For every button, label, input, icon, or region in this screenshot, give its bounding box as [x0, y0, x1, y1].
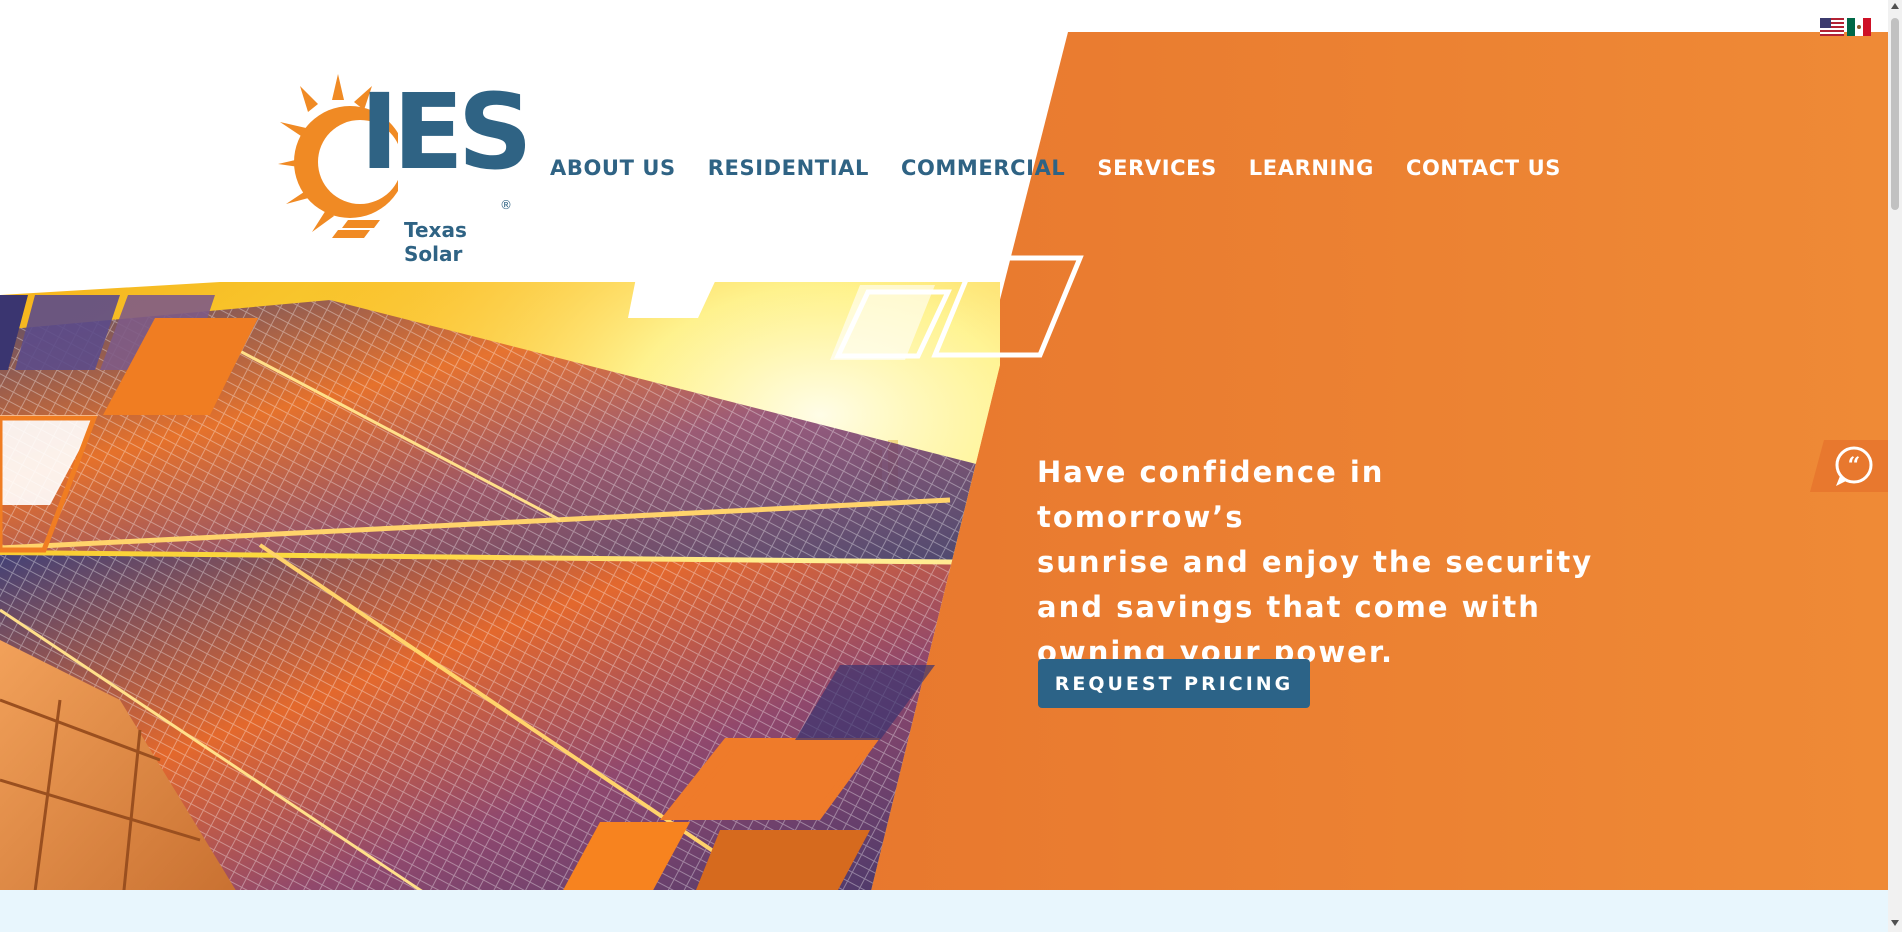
nav-about-us[interactable]: ABOUT US — [550, 156, 676, 184]
scroll-down-icon[interactable] — [1891, 920, 1899, 926]
nav-learning[interactable]: LEARNING — [1249, 156, 1374, 184]
nav-services[interactable]: SERVICES — [1097, 156, 1216, 184]
nav-commercial[interactable]: COMMERCIAL — [901, 156, 1065, 184]
language-switcher — [1820, 18, 1871, 36]
mexico-flag-icon[interactable] — [1847, 18, 1871, 36]
request-pricing-button[interactable]: REQUEST PRICING — [1038, 659, 1310, 708]
logo-subtitle: Texas Solar — [404, 218, 467, 266]
next-section-band — [0, 890, 1888, 932]
nav-contact-us[interactable]: CONTACT US — [1406, 156, 1561, 184]
svg-text:“: “ — [1848, 453, 1861, 479]
hero-headline: Have confidence in tomorrow’s sunrise an… — [1037, 450, 1597, 675]
registered-mark: ® — [500, 198, 512, 212]
logo-wordmark: IES — [360, 71, 533, 193]
main-nav: ABOUT US RESIDENTIAL COMMERCIAL SERVICES… — [550, 156, 1593, 184]
headline-line: and savings that come with — [1037, 590, 1541, 624]
scroll-thumb[interactable] — [1891, 18, 1899, 210]
nav-residential[interactable]: RESIDENTIAL — [708, 156, 869, 184]
page-scrollbar[interactable] — [1888, 0, 1902, 932]
ies-texas-solar-logo[interactable]: IES ® Texas Solar — [278, 72, 533, 266]
headline-line: sunrise and enjoy the security — [1037, 545, 1594, 579]
scroll-up-icon[interactable] — [1891, 3, 1899, 9]
quote-chat-icon[interactable]: “ — [1810, 440, 1892, 492]
us-flag-icon[interactable] — [1820, 18, 1844, 36]
headline-line: Have confidence in tomorrow’s — [1037, 455, 1385, 534]
